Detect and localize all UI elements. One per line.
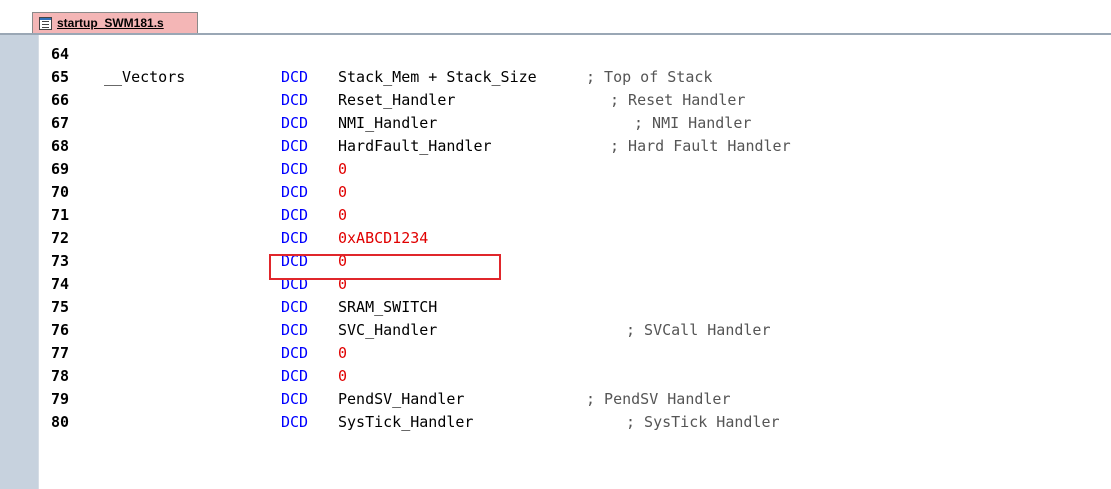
line-number: 69 xyxy=(50,160,70,178)
directive-operand: 0 xyxy=(338,206,348,224)
code-comment: ; Hard Fault Handler xyxy=(610,137,791,155)
directive-operand: HardFault_Handler xyxy=(338,137,492,155)
code-line[interactable]: 65 __Vectors DCD Stack_Mem + Stack_Size ; To… xyxy=(0,66,1111,89)
code-line[interactable]: 78 DCD 0 xyxy=(0,365,1111,388)
directive-keyword: DCD xyxy=(281,390,309,408)
directive-operand: SysTick_Handler xyxy=(338,413,474,431)
directive-keyword: DCD xyxy=(281,298,309,316)
line-number: 74 xyxy=(50,275,70,293)
code-line[interactable]: 77 DCD 0 xyxy=(0,342,1111,365)
line-number: 77 xyxy=(50,344,70,362)
line-number: 76 xyxy=(50,321,70,339)
code-line[interactable]: 73 DCD 0 xyxy=(0,250,1111,273)
line-number: 72 xyxy=(50,229,70,247)
tab-startup-file[interactable]: startup_SWM181.s xyxy=(32,12,198,33)
code-line[interactable]: 75 DCD SRAM_SWITCH xyxy=(0,296,1111,319)
directive-keyword: DCD xyxy=(281,206,309,224)
directive-operand: Stack_Mem + Stack_Size xyxy=(338,68,537,86)
code-line[interactable]: 76 DCD SVC_Handler ; SVCall Handler xyxy=(0,319,1111,342)
highlight-box xyxy=(269,254,501,280)
code-line[interactable]: 72 DCD 0xABCD1234 xyxy=(0,227,1111,250)
directive-operand: 0xABCD1234 xyxy=(338,229,429,247)
directive-keyword: DCD xyxy=(281,68,309,86)
directive-operand: SVC_Handler xyxy=(338,321,438,339)
line-number: 70 xyxy=(50,183,70,201)
directive-operand: NMI_Handler xyxy=(338,114,438,132)
directive-operand: PendSV_Handler xyxy=(338,390,465,408)
tab-label: startup_SWM181.s xyxy=(57,16,164,30)
code-line[interactable]: 67 DCD NMI_Handler ; NMI Handler xyxy=(0,112,1111,135)
line-number: 79 xyxy=(50,390,70,408)
directive-operand: 0 xyxy=(338,183,348,201)
code-line[interactable]: 74 DCD 0 xyxy=(0,273,1111,296)
line-number: 64 xyxy=(50,45,70,63)
directive-keyword: DCD xyxy=(281,321,309,339)
code-line[interactable]: 80 DCD SysTick_Handler ; SysTick Handler xyxy=(0,411,1111,434)
directive-operand: Reset_Handler xyxy=(338,91,456,109)
directive-operand: 0 xyxy=(338,160,348,178)
directive-keyword: DCD xyxy=(281,160,309,178)
code-line[interactable]: 71 DCD 0 xyxy=(0,204,1111,227)
code-comment: ; Reset Handler xyxy=(610,91,746,109)
file-icon xyxy=(39,16,52,30)
code-line[interactable]: 68 DCD HardFault_Handler ; Hard Fault Handl… xyxy=(0,135,1111,158)
code-comment: ; SysTick Handler xyxy=(626,413,780,431)
line-number: 78 xyxy=(50,367,70,385)
directive-keyword: DCD xyxy=(281,114,309,132)
directive-keyword: DCD xyxy=(281,229,309,247)
code-comment: ; SVCall Handler xyxy=(626,321,771,339)
code-line[interactable]: 79 DCD PendSV_Handler ; PendSV Handler xyxy=(0,388,1111,411)
code-line[interactable]: 66 DCD Reset_Handler ; Reset Handler xyxy=(0,89,1111,112)
code-line[interactable]: 69 DCD 0 xyxy=(0,158,1111,181)
code-editor[interactable]: 64 65 __Vectors DCD Stack_Mem + Stack_Size ; … xyxy=(0,35,1111,489)
directive-operand: 0 xyxy=(338,344,348,362)
directive-keyword: DCD xyxy=(281,137,309,155)
code-comment: ; Top of Stack xyxy=(586,68,713,86)
directive-keyword: DCD xyxy=(281,91,309,109)
line-number: 66 xyxy=(50,91,70,109)
code-comment: ; PendSV Handler xyxy=(586,390,731,408)
line-number: 71 xyxy=(50,206,70,224)
line-number: 68 xyxy=(50,137,70,155)
directive-operand: 0 xyxy=(338,367,348,385)
line-number: 75 xyxy=(50,298,70,316)
line-number: 65 xyxy=(50,68,70,86)
line-number: 67 xyxy=(50,114,70,132)
line-number: 73 xyxy=(50,252,70,270)
directive-keyword: DCD xyxy=(281,413,309,431)
tab-bar: startup_SWM181.s xyxy=(0,0,1111,35)
code-label: __Vectors xyxy=(104,68,186,86)
directive-keyword: DCD xyxy=(281,367,309,385)
directive-operand: SRAM_SWITCH xyxy=(338,298,438,316)
directive-keyword: DCD xyxy=(281,183,309,201)
code-line[interactable]: 70 DCD 0 xyxy=(0,181,1111,204)
directive-keyword: DCD xyxy=(281,344,309,362)
code-comment: ; NMI Handler xyxy=(634,114,752,132)
line-number: 80 xyxy=(50,413,70,431)
code-line[interactable]: 64 xyxy=(0,43,1111,66)
